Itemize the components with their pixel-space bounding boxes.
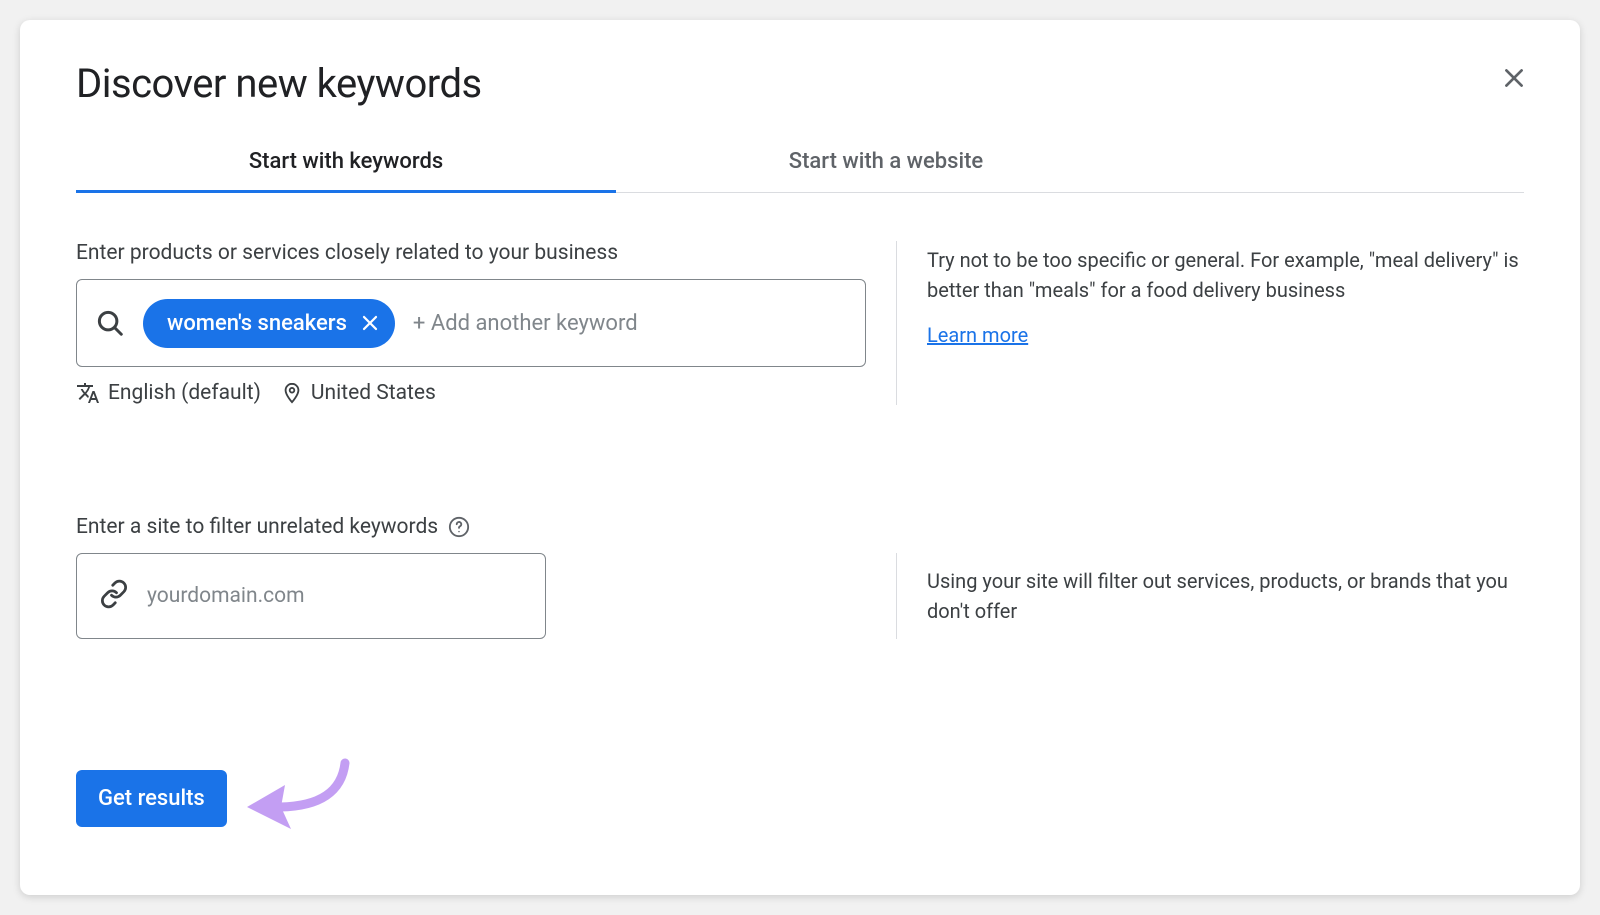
location-value: United States (311, 381, 436, 405)
link-icon (99, 579, 129, 613)
keyword-chip-label: women's sneakers (167, 311, 347, 336)
remove-keyword-button[interactable] (361, 314, 379, 332)
arrow-annotation-icon (235, 751, 365, 845)
language-value: English (default) (108, 381, 261, 405)
learn-more-link[interactable]: Learn more (927, 323, 1028, 347)
tab-start-with-keywords[interactable]: Start with keywords (76, 131, 616, 192)
site-label: Enter a site to filter unrelated keyword… (76, 515, 896, 539)
keywords-left: Enter products or services closely relat… (76, 241, 896, 405)
close-icon (361, 314, 379, 332)
search-icon (95, 308, 125, 338)
get-results-button[interactable]: Get results (76, 770, 227, 827)
site-help-text: Using your site will filter out services… (927, 566, 1524, 626)
site-help: Using your site will filter out services… (896, 553, 1524, 639)
site-input-box[interactable] (76, 553, 546, 639)
keywords-label: Enter products or services closely relat… (76, 241, 896, 265)
keyword-chip: women's sneakers (143, 299, 395, 348)
site-left: Enter a site to filter unrelated keyword… (76, 515, 896, 639)
action-row: Get results (76, 751, 365, 845)
discover-keywords-dialog: Discover new keywords Start with keyword… (20, 20, 1580, 895)
keywords-help: Try not to be too specific or general. F… (896, 241, 1524, 405)
close-button[interactable] (1498, 62, 1530, 94)
locale-row: English (default) United States (76, 381, 896, 405)
language-selector[interactable]: English (default) (76, 381, 261, 405)
site-section: Enter a site to filter unrelated keyword… (76, 515, 1524, 639)
close-icon (1501, 65, 1527, 91)
site-input[interactable] (147, 584, 523, 608)
dialog-title: Discover new keywords (76, 60, 1524, 107)
keywords-help-text: Try not to be too specific or general. F… (927, 245, 1524, 305)
help-icon[interactable] (448, 516, 470, 538)
add-keyword-placeholder[interactable]: + Add another keyword (413, 311, 847, 336)
location-selector[interactable]: United States (281, 381, 436, 405)
keywords-section: Enter products or services closely relat… (76, 241, 1524, 405)
tabs: Start with keywords Start with a website (76, 131, 1524, 193)
location-pin-icon (281, 382, 303, 404)
keywords-input-box[interactable]: women's sneakers + Add another keyword (76, 279, 866, 367)
translate-icon (76, 381, 100, 405)
tab-start-with-website[interactable]: Start with a website (616, 131, 1156, 192)
site-label-text: Enter a site to filter unrelated keyword… (76, 515, 438, 539)
